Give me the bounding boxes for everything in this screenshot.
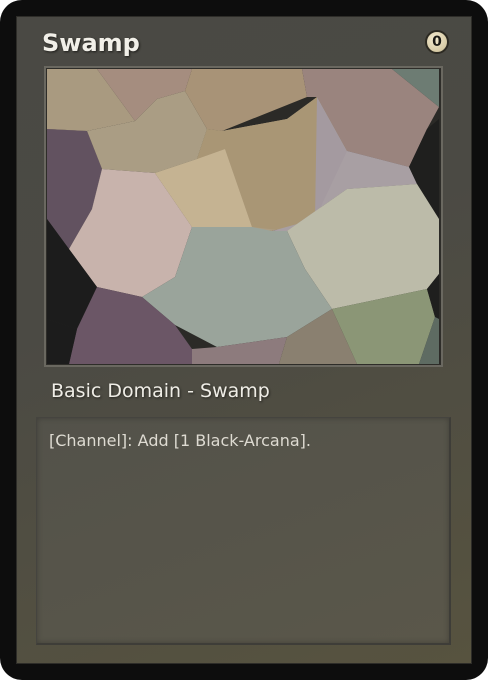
card-title: Swamp [42, 29, 140, 57]
card-type-line: Basic Domain - Swamp [51, 380, 270, 402]
mana-cost-icon: 0 [425, 30, 449, 54]
card-art-frame [44, 66, 443, 367]
rules-text-box: [Channel]: Add [1 Black-Arcana]. [36, 417, 451, 645]
card[interactable]: Swamp 0 Basic Domain - Swamp [Channel]: … [0, 0, 488, 680]
card-art [47, 69, 440, 364]
rules-text: [Channel]: Add [1 Black-Arcana]. [49, 431, 311, 450]
